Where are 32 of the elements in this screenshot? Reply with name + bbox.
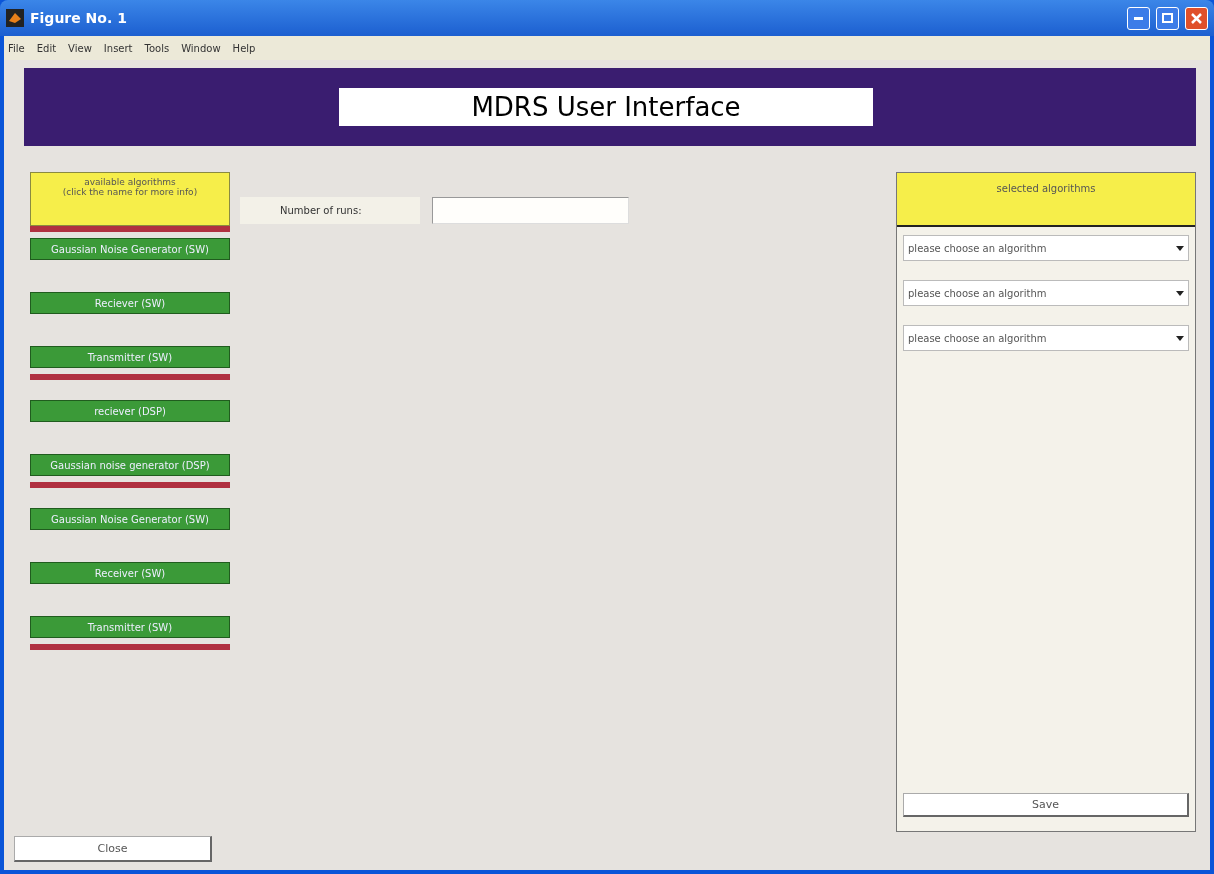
- dropdown-value: please choose an algorithm: [908, 287, 1047, 299]
- minimize-icon: [1134, 16, 1143, 20]
- window-title: Figure No. 1: [30, 10, 128, 26]
- header-text: (click the name for more info): [62, 187, 198, 197]
- banner-title: MDRS User Interface: [339, 88, 873, 126]
- menu-item[interactable]: Help: [232, 42, 256, 54]
- dropdown-value: please choose an algorithm: [908, 332, 1047, 344]
- menu-item[interactable]: View: [68, 42, 92, 54]
- menu-item[interactable]: File: [8, 42, 25, 54]
- menu-item[interactable]: Tools: [144, 42, 170, 54]
- selected-algorithms-header: selected algorithms: [897, 173, 1195, 227]
- algorithm-dropdown[interactable]: please choose an algorithm: [903, 325, 1189, 351]
- algorithm-dropdown[interactable]: please choose an algorithm: [903, 280, 1189, 306]
- runs-input-field[interactable]: [432, 197, 629, 224]
- header-text: available algorithms: [84, 177, 176, 187]
- menu-item[interactable]: Insert: [103, 42, 133, 54]
- maximize-icon: [1162, 13, 1173, 23]
- dropdown-value: please choose an algorithm: [908, 242, 1047, 254]
- close-window-button[interactable]: [1185, 6, 1208, 30]
- menu-item[interactable]: Edit: [36, 42, 57, 54]
- menu-item[interactable]: Window: [181, 42, 221, 54]
- maximize-button[interactable]: [1156, 6, 1179, 30]
- algorithm-dropdown[interactable]: please choose an algorithm: [903, 235, 1189, 261]
- save-button[interactable]: Save: [903, 793, 1189, 817]
- minimize-button[interactable]: [1127, 6, 1150, 30]
- dropdown-arrow-icon: [1176, 335, 1184, 341]
- runs-label: Number of runs:: [240, 197, 420, 224]
- close-button[interactable]: Close: [14, 836, 212, 862]
- close-icon: [1191, 12, 1202, 24]
- dropdown-arrow-icon: [1176, 245, 1184, 251]
- dropdown-arrow-icon: [1176, 290, 1184, 296]
- app-icon: [6, 9, 24, 27]
